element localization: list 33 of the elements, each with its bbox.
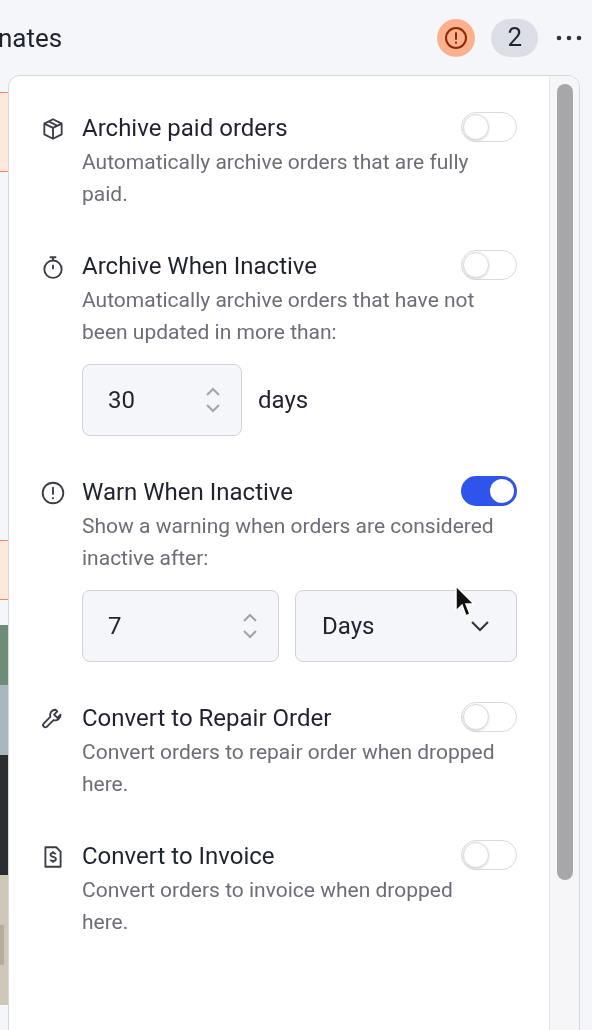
setting-title: Archive paid orders [82,113,288,144]
setting-title: Warn When Inactive [82,477,294,508]
setting-description: Automatically archive orders that have not been updated in more than: [82,287,476,346]
number-field[interactable]: 30 [82,364,242,436]
more-icon [556,34,582,41]
setting-description: Show a warning when orders are considered inactive after: [82,513,495,572]
stepper-icon[interactable] [242,612,258,640]
setting-title: Convert to Repair Order [82,703,332,734]
scrollbar-thumb[interactable] [556,84,573,880]
setting-description: Convert orders to invoice when dropped here. [82,877,454,936]
unit-label: days [258,385,309,416]
alert-icon [40,480,66,506]
setting-title: Archive When Inactive [82,251,318,282]
alert-button[interactable] [437,18,476,57]
setting-title: Convert to Invoice [82,841,275,872]
toggle-switch[interactable] [461,112,517,142]
stopwatch-icon [40,254,66,280]
chevron-down-icon [470,620,490,632]
setting-description: Convert orders to repair order when dropped here. [82,739,496,798]
toggle-switch[interactable] [461,702,517,732]
count-badge: 2 [491,18,538,57]
card-edge [0,540,8,600]
toggle-switch[interactable] [461,476,517,506]
page-title: nates [0,24,63,51]
unit-select[interactable]: Days [295,590,517,662]
toggle-switch[interactable] [461,840,517,870]
number-field[interactable]: 7 [82,590,279,662]
toggle-switch[interactable] [461,250,517,280]
stepper-icon[interactable] [205,386,221,414]
box-icon [40,116,66,142]
alert-icon [444,25,469,50]
setting-description: Automatically archive orders that are fully paid. [82,149,470,208]
pointer-cursor-icon [455,585,477,619]
